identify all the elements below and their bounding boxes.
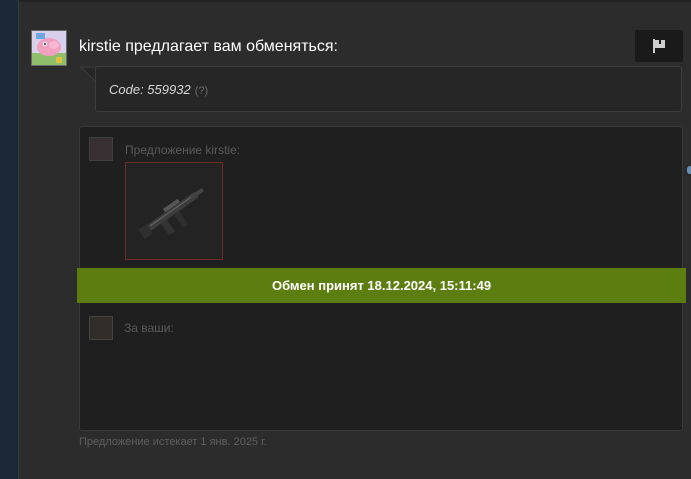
trade-code-message: Code: 559932 (?) (109, 82, 208, 97)
left-sidebar-strip (0, 0, 18, 479)
offer-expiry-text: Предложение истекает 1 янв. 2025 г. (79, 436, 267, 448)
flag-icon (653, 39, 665, 53)
report-flag-button[interactable] (635, 30, 683, 62)
page-title: kirstie предлагает вам обменяться: (79, 38, 338, 55)
offered-item-slot[interactable] (125, 162, 223, 260)
trade-accepted-banner: Обмен принят 18.12.2024, 15:11:49 (77, 268, 686, 303)
trade-code-text: Code: 559932 (109, 82, 191, 97)
help-link[interactable]: (?) (195, 85, 208, 97)
pig-avatar-icon (32, 31, 66, 65)
offer-label: Предложение kirstie: (125, 143, 241, 157)
top-divider (19, 0, 691, 2)
for-yours-label: За ваши: (124, 321, 174, 335)
trade-offer-page: kirstie предлагает вам обменяться: Code:… (0, 0, 691, 479)
receiver-small-avatar[interactable] (89, 316, 113, 340)
sender-small-avatar[interactable] (89, 137, 113, 161)
sender-avatar[interactable] (31, 30, 67, 66)
rifle-icon (138, 187, 205, 239)
scroll-indicator[interactable] (687, 166, 691, 174)
left-divider (18, 0, 19, 479)
